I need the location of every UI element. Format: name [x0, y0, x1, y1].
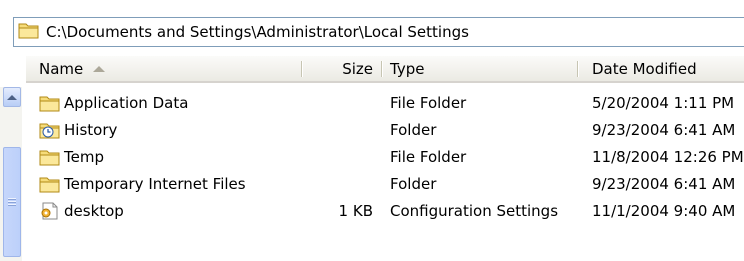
folder-icon [39, 94, 61, 112]
file-row[interactable]: History Folder 9/23/2004 6:41 AM [26, 116, 744, 143]
file-size [302, 143, 382, 170]
file-name: Temp [64, 147, 104, 166]
folder-icon [39, 148, 61, 166]
chevron-up-icon [7, 94, 17, 100]
file-size: 1 KB [338, 201, 373, 220]
column-header-name-label: Name [39, 59, 84, 78]
file-name: Application Data [64, 93, 189, 112]
file-size [302, 116, 382, 143]
file-type: Folder [390, 120, 437, 139]
file-type: File Folder [390, 93, 467, 112]
file-row[interactable]: Application Data File Folder 5/20/2004 1… [26, 89, 744, 116]
file-date: 11/1/2004 9:40 AM [592, 201, 736, 220]
file-name: desktop [64, 201, 124, 220]
column-header-type[interactable]: Type [382, 56, 578, 81]
file-name: Temporary Internet Files [64, 174, 246, 193]
scrollbar-grip-icon [8, 198, 16, 207]
column-header-size[interactable]: Size [302, 56, 382, 81]
file-size [302, 170, 382, 197]
file-type: Folder [390, 174, 437, 193]
scroll-up-button[interactable] [3, 87, 21, 107]
file-row[interactable]: Temp File Folder 11/8/2004 12:26 PM [26, 143, 744, 170]
file-date: 11/8/2004 12:26 PM [592, 147, 744, 166]
address-bar[interactable]: C:\Documents and Settings\Administrator\… [13, 17, 744, 47]
file-type: Configuration Settings [390, 201, 559, 220]
file-size [302, 89, 382, 116]
file-type: File Folder [390, 147, 467, 166]
column-header-date-label: Date Modified [592, 59, 697, 78]
folder-icon [39, 175, 61, 193]
column-header-date-modified[interactable]: Date Modified [578, 56, 744, 81]
sort-ascending-icon [93, 65, 106, 72]
column-header-bar: Name Size Type Date Modified [26, 56, 744, 83]
file-date: 5/20/2004 1:11 PM [592, 93, 735, 112]
scrollbar-thumb[interactable] [3, 147, 21, 257]
file-date: 9/23/2004 6:41 AM [592, 120, 736, 139]
file-row[interactable]: desktop 1 KB Configuration Settings 11/1… [26, 197, 744, 224]
file-date: 9/23/2004 6:41 AM [592, 174, 736, 193]
column-header-type-label: Type [390, 59, 425, 78]
file-row[interactable]: Temporary Internet Files Folder 9/23/200… [26, 170, 744, 197]
folder-icon [18, 21, 40, 43]
column-header-size-label: Size [342, 59, 373, 78]
file-name: History [64, 120, 118, 139]
vertical-scrollbar[interactable] [0, 87, 22, 261]
history-folder-icon [39, 121, 61, 139]
address-path: C:\Documents and Settings\Administrator\… [46, 23, 469, 41]
column-header-name[interactable]: Name [26, 56, 302, 81]
settings-file-icon [39, 202, 61, 220]
